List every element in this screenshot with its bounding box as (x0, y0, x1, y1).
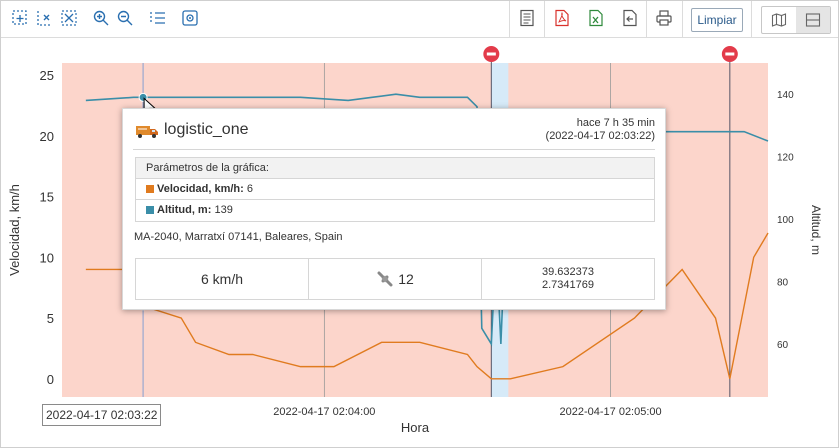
y-left-tick-label: 25 (40, 68, 54, 83)
satellites-count: 12 (398, 271, 414, 287)
speed-param-label: Velocidad, km/h: (157, 183, 244, 195)
y-right-tick-label: 60 (777, 340, 789, 351)
remove-marker-dash (486, 52, 496, 56)
remove-marker-icon[interactable] (483, 46, 500, 62)
y-left-tick-label: 15 (40, 190, 54, 205)
unit-name: logistic_one (164, 121, 249, 138)
speed-swatch (146, 185, 154, 193)
tooltip-header: logistic_one hace 7 h 35 min (2022-04-17… (133, 115, 655, 150)
y-left-tick-label: 20 (40, 129, 54, 144)
x-tick-label: 2022-04-17 02:04:00 (273, 406, 375, 418)
y-axis-right-label: Altitud, m (809, 205, 823, 255)
y-right-tick-label: 80 (777, 278, 789, 289)
altitude-swatch (146, 206, 154, 214)
speed-stat: 6 km/h (136, 259, 309, 299)
y-axis-left-label: Velocidad, km/h (7, 184, 22, 276)
time-ago: hace 7 h 35 min (576, 117, 655, 129)
altitude-param-value: 139 (214, 204, 233, 216)
params-table: Parámetros de la gráfica: Velocidad, km/… (135, 157, 655, 222)
y-left-tick-label: 10 (40, 250, 54, 265)
altitude-param-row: Altitud, m: 139 (136, 200, 654, 220)
tooltip-time: hace 7 h 35 min (2022-04-17 02:03:22) (546, 117, 655, 143)
satellites-stat: 12 (309, 259, 482, 299)
latitude: 39.632373 (542, 266, 594, 278)
params-title: Parámetros de la gráfica: (136, 158, 654, 179)
coordinates-stat: 39.632373 2.7341769 (482, 259, 654, 299)
altitude-param-label: Altitud, m: (157, 204, 212, 216)
time-datetime: (2022-04-17 02:03:22) (545, 130, 655, 142)
y-left-tick-label: 5 (47, 311, 54, 326)
tooltip-card: logistic_one hace 7 h 35 min (2022-04-17… (122, 108, 666, 310)
address: MA-2040, Marratxí 07141, Baleares, Spain (134, 231, 343, 243)
y-left-tick-label: 0 (47, 372, 54, 387)
speed-param-value: 6 (246, 183, 253, 195)
speed-param-row: Velocidad, km/h: 6 (136, 179, 654, 200)
x-axis-label: Hora (401, 420, 430, 435)
cursor-time-label: 2022-04-17 02:03:22 (42, 404, 162, 426)
stats-row: 6 km/h 12 39.632373 2.7341769 (135, 258, 655, 300)
x-tick-label: 2022-04-17 02:05:00 (560, 406, 662, 418)
remove-marker-dash (725, 52, 735, 56)
satellite-icon (377, 271, 393, 287)
y-right-tick-label: 120 (777, 153, 794, 164)
truck-icon (136, 126, 158, 138)
remove-marker-icon[interactable] (721, 46, 738, 62)
longitude: 2.7341769 (542, 279, 594, 291)
y-right-tick-label: 140 (777, 90, 794, 101)
y-right-tick-label: 100 (777, 215, 794, 226)
